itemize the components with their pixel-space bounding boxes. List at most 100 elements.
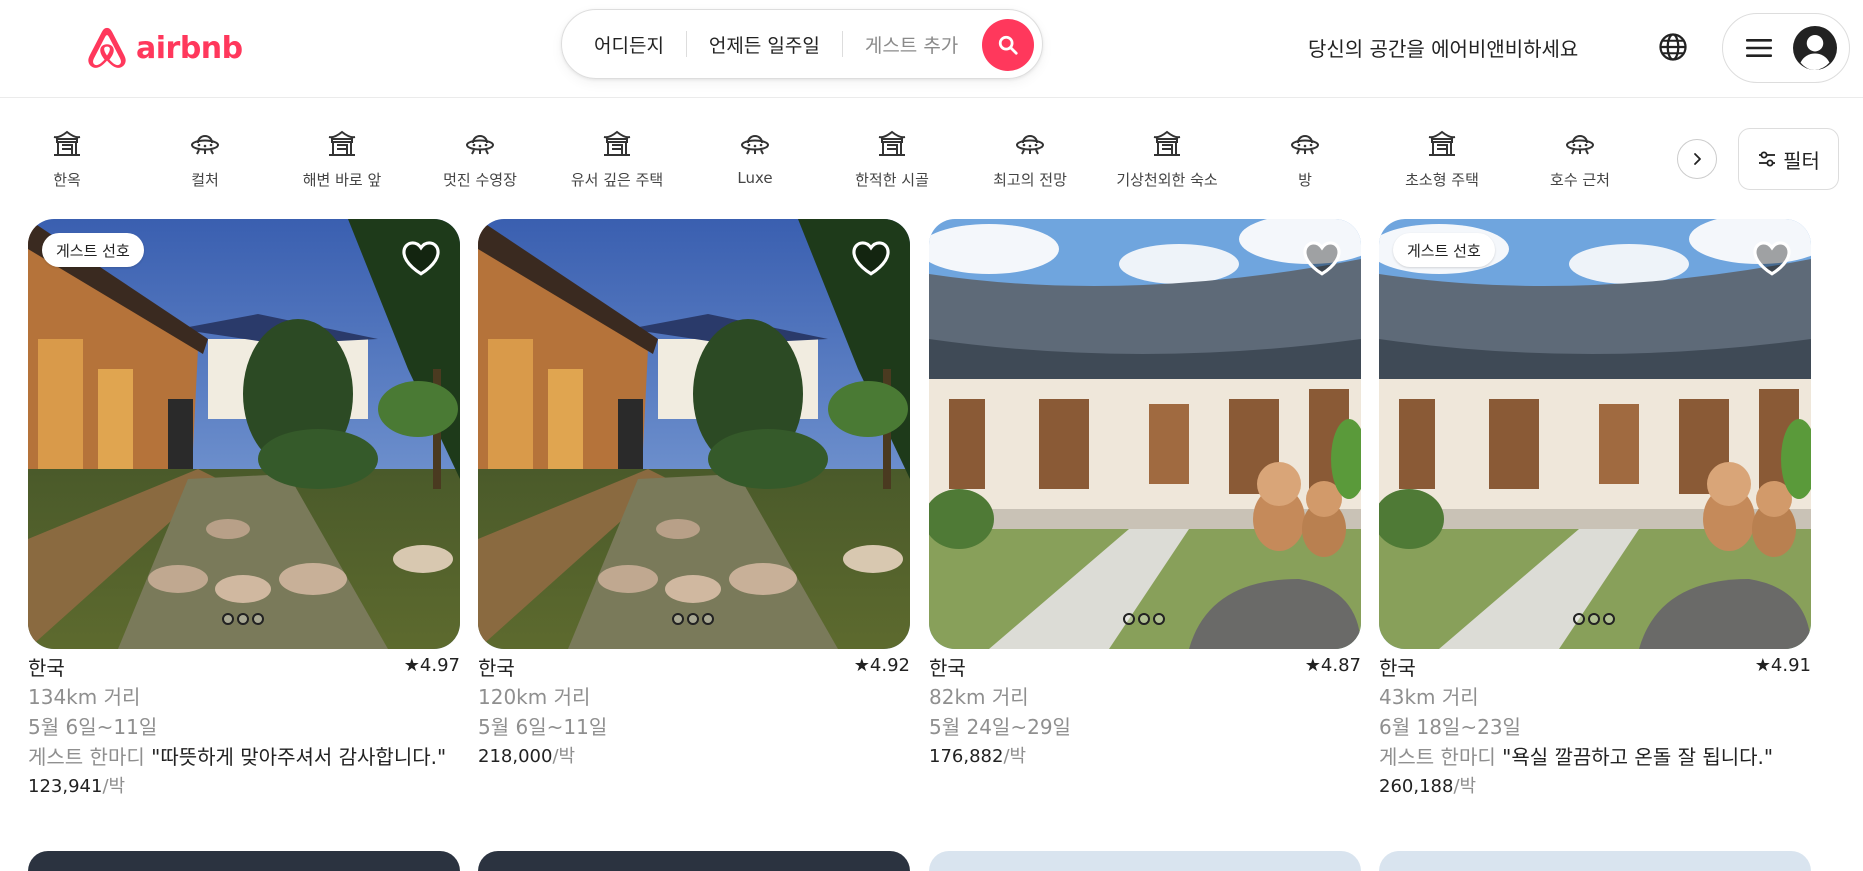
category-item[interactable]: 기상천외한 숙소 <box>1097 128 1237 190</box>
pagination-dot[interactable] <box>237 613 249 625</box>
listing-card[interactable]: 한국 ★4.92 120km 거리 5월 6일~11일 218,000/박 <box>478 219 910 772</box>
search-icon <box>998 35 1018 55</box>
ufo-icon <box>1016 134 1044 155</box>
airbnb-logo[interactable]: airbnb <box>84 24 243 72</box>
category-item[interactable]: 한옥 <box>0 128 137 190</box>
listing-title: 한국 <box>28 656 65 680</box>
search-guests[interactable]: 게스트 추가 <box>865 31 958 58</box>
listing-dates: 5월 6일~11일 <box>28 715 158 739</box>
search-button[interactable] <box>982 19 1034 71</box>
guest-favorite-badge: 게스트 선호 <box>42 233 144 267</box>
category-item[interactable]: 호수 근처 <box>1510 128 1650 190</box>
category-item[interactable]: 해변 바로 앞 <box>272 128 412 190</box>
ufo-icon <box>741 134 769 155</box>
listing-photo-partial[interactable] <box>28 851 460 871</box>
pagination-dot[interactable] <box>222 613 234 625</box>
globe-icon[interactable] <box>1658 32 1688 62</box>
listing-title: 한국 <box>929 656 966 680</box>
listing-distance: 120km 거리 <box>478 685 591 709</box>
listing-rating: ★4.92 <box>853 655 910 676</box>
listing-photo[interactable] <box>929 219 1361 649</box>
photo-pagination-dots[interactable] <box>672 613 714 625</box>
airbnb-logo-icon <box>88 27 126 68</box>
ufo-icon <box>466 134 494 155</box>
user-menu-button[interactable] <box>1722 13 1850 83</box>
top-header: airbnb 어디든지 언제든 일주일 게스트 추가 당신의 공간을 에어비앤비… <box>0 0 1863 98</box>
heart-icon[interactable] <box>850 237 892 279</box>
search-where[interactable]: 어디든지 <box>594 31 664 58</box>
hanok-icon <box>878 130 906 156</box>
category-label: 방 <box>1298 171 1312 189</box>
listing-rating: ★4.91 <box>1754 655 1811 676</box>
listing-card[interactable]: 게스트 선호 한국 ★4.91 43km 거리 6월 18일~23일 게스트 한마디 "욕… <box>1379 219 1811 802</box>
hanok-icon <box>53 130 81 156</box>
listing-card[interactable]: 한국 ★4.87 82km 거리 5월 24일~29일 176,882/박 <box>929 219 1361 772</box>
listing-photo[interactable]: 게스트 선호 <box>1379 219 1811 649</box>
pagination-dot[interactable] <box>702 613 714 625</box>
ufo-icon <box>1291 134 1319 155</box>
search-when[interactable]: 언제든 일주일 <box>709 31 820 58</box>
listing-price: 176,882/박 <box>929 742 1361 772</box>
category-label: 최고의 전망 <box>993 171 1067 189</box>
category-item[interactable]: 유서 깊은 주택 <box>547 128 687 190</box>
photo-pagination-dots[interactable] <box>1123 613 1165 625</box>
category-next-button[interactable] <box>1677 139 1717 179</box>
listing-photo-image <box>929 219 1361 649</box>
listing-photo[interactable] <box>478 219 910 649</box>
pagination-dot[interactable] <box>1573 613 1585 625</box>
review-text: "따뜻하게 맞아주셔서 감사합니다." <box>144 745 447 769</box>
pagination-dot[interactable] <box>1123 613 1135 625</box>
category-item[interactable]: 초소형 주택 <box>1372 128 1512 190</box>
hanok-icon <box>603 130 631 156</box>
pagination-dot[interactable] <box>1153 613 1165 625</box>
category-item[interactable]: 최고의 전망 <box>960 128 1100 190</box>
category-label: 한옥 <box>53 171 81 189</box>
review-text: "욕실 깔끔하고 온돌 잘 됩니다." <box>1495 745 1774 769</box>
avatar-icon <box>1793 26 1837 70</box>
filter-button[interactable]: 필터 <box>1738 128 1839 190</box>
heart-icon[interactable] <box>1751 237 1793 279</box>
price-amount: 176,882 <box>929 746 1004 767</box>
search-bar[interactable]: 어디든지 언제든 일주일 게스트 추가 <box>561 9 1043 79</box>
price-unit: /박 <box>1453 776 1477 797</box>
photo-pagination-dots[interactable] <box>1573 613 1615 625</box>
pagination-dot[interactable] <box>672 613 684 625</box>
price-amount: 218,000 <box>478 746 553 767</box>
listing-review: 게스트 한마디 "따뜻하게 맞아주셔서 감사합니다." <box>28 742 460 772</box>
category-item[interactable]: Luxe <box>685 128 825 187</box>
listing-photo-partial[interactable] <box>929 851 1361 871</box>
photo-pagination-dots[interactable] <box>222 613 264 625</box>
pagination-dot[interactable] <box>1138 613 1150 625</box>
search-divider <box>841 31 843 57</box>
pagination-dot[interactable] <box>1588 613 1600 625</box>
logo-wordmark: airbnb <box>136 30 243 66</box>
listing-price: 260,188/박 <box>1379 772 1811 802</box>
heart-icon[interactable] <box>400 237 442 279</box>
review-lead: 게스트 한마디 <box>28 745 145 769</box>
listing-rating: ★4.87 <box>1304 655 1361 676</box>
listing-photo-partial[interactable] <box>1379 851 1811 871</box>
category-item[interactable]: 한적한 시골 <box>822 128 962 190</box>
category-item[interactable]: 컬처 <box>135 128 275 190</box>
pagination-dot[interactable] <box>252 613 264 625</box>
category-item[interactable]: 멋진 수영장 <box>410 128 550 190</box>
listing-distance: 82km 거리 <box>929 685 1029 709</box>
host-link[interactable]: 당신의 공간을 에어비앤비하세요 <box>1308 33 1578 62</box>
category-label: 컬처 <box>191 171 219 189</box>
listing-dates: 5월 6일~11일 <box>478 715 608 739</box>
category-label: 멋진 수영장 <box>443 171 517 189</box>
listing-photo-image <box>478 219 910 649</box>
pagination-dot[interactable] <box>1603 613 1615 625</box>
price-unit: /박 <box>102 776 126 797</box>
listing-photo-image <box>1379 219 1811 649</box>
listing-photo[interactable]: 게스트 선호 <box>28 219 460 649</box>
category-label: 유서 깊은 주택 <box>570 171 664 189</box>
listing-card[interactable]: 게스트 선호 한국 ★4.97 134km 거리 5월 6일~11일 게스트 한마디 "따… <box>28 219 460 802</box>
listing-distance: 134km 거리 <box>28 685 141 709</box>
ufo-icon <box>1566 134 1594 155</box>
pagination-dot[interactable] <box>687 613 699 625</box>
category-label: 초소형 주택 <box>1405 171 1479 189</box>
heart-icon[interactable] <box>1301 237 1343 279</box>
listing-photo-partial[interactable] <box>478 851 910 871</box>
category-item[interactable]: 방 <box>1235 128 1375 190</box>
